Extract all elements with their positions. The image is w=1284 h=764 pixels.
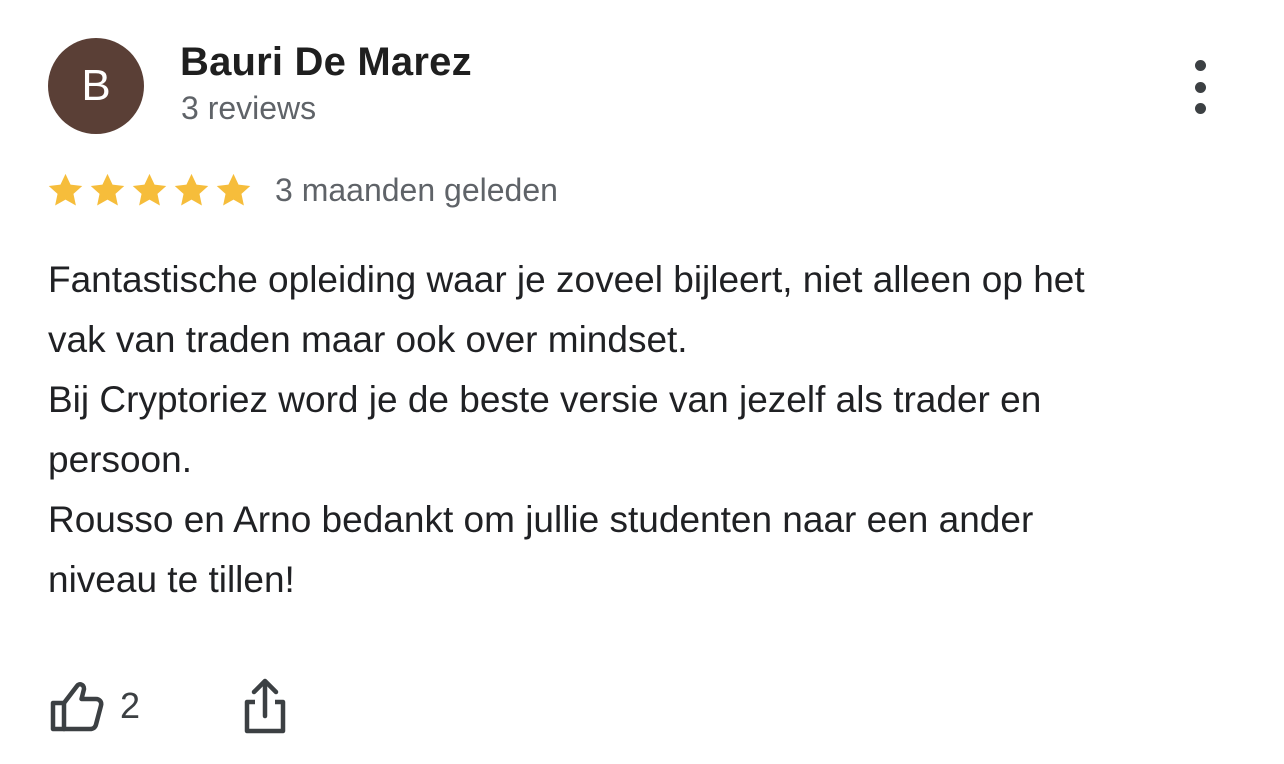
more-vertical-icon-dot xyxy=(1194,103,1206,114)
review-text-line: Rousso en Arno bedankt om jullie student… xyxy=(48,499,1034,540)
share-button[interactable] xyxy=(242,676,288,736)
review-text-line: Fantastische opleiding waar je zoveel bi… xyxy=(48,259,1085,300)
star-icon xyxy=(48,173,83,205)
review-text-line: persoon. xyxy=(48,439,192,480)
star-icon xyxy=(174,173,209,205)
more-vertical-icon-dot xyxy=(1194,81,1206,93)
star-icon xyxy=(216,173,251,205)
review-text: Fantastische opleiding waar je zoveel bi… xyxy=(48,250,1248,610)
star-icon xyxy=(90,173,125,205)
star-icon xyxy=(132,173,167,205)
author-review-count: 3 reviews xyxy=(181,90,317,126)
more-vertical-icon xyxy=(1194,60,1206,71)
review-actions: 2 xyxy=(48,674,288,738)
review-text-line: vak van traden maar ook over mindset. xyxy=(48,319,688,360)
review-text-line: Bij Cryptoriez word je de beste versie v… xyxy=(48,379,1042,420)
author-name[interactable]: Bauri De Marez xyxy=(180,40,472,85)
avatar-initial: B xyxy=(81,61,111,110)
like-count: 2 xyxy=(120,685,141,726)
rating-row: 3 maanden geleden xyxy=(46,168,558,212)
like-button[interactable]: 2 xyxy=(48,678,140,734)
review-text-line: niveau te tillen! xyxy=(48,559,295,600)
avatar[interactable]: B xyxy=(48,38,144,134)
star-rating xyxy=(46,171,253,210)
thumbs-up-icon xyxy=(50,682,104,732)
review-date: 3 maanden geleden xyxy=(275,171,558,208)
more-options-button[interactable] xyxy=(1174,52,1226,122)
share-icon xyxy=(244,678,286,734)
